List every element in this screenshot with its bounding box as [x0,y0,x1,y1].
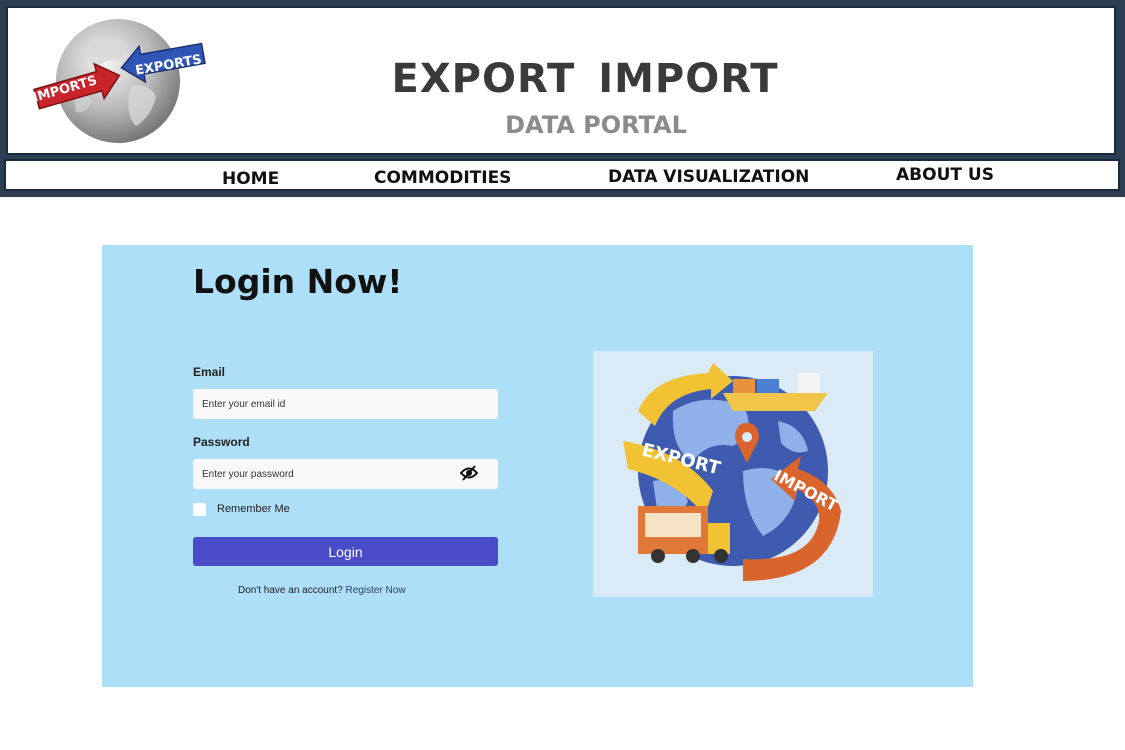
email-field[interactable] [193,389,498,419]
nav-about-us[interactable]: ABOUT US [896,165,994,185]
nav-commodities[interactable]: COMMODITIES [374,168,511,188]
password-field[interactable] [193,459,498,489]
register-prompt-text: Don't have an account? [238,585,343,596]
site-subtitle: DATA PORTAL [505,111,687,139]
trade-illustration-graphic [623,363,841,581]
remember-me-label: Remember Me [217,503,290,515]
globe-trade-illustration: EXPORT IMPORT [593,351,873,597]
register-prompt: Don't have an account? Register Now [238,585,406,596]
site-title: EXPORT IMPORT [391,56,779,102]
password-label: Password [193,435,250,449]
email-label: Email [193,365,226,379]
eye-slash-icon[interactable] [459,465,479,481]
nav-home[interactable]: HOME [222,169,279,189]
globe-arrows-logo[interactable] [26,16,211,146]
login-card: Login Now! Email Password Remember Me Lo… [102,245,973,687]
login-title: Login Now! [193,262,403,301]
navbar: HOME COMMODITIES DATA VISUALIZATION ABOU… [4,159,1120,191]
register-now-link[interactable]: Register Now [346,585,406,596]
remember-me-checkbox[interactable] [193,503,206,516]
login-button[interactable]: Login [193,537,498,566]
nav-data-visualization[interactable]: DATA VISUALIZATION [608,167,809,187]
